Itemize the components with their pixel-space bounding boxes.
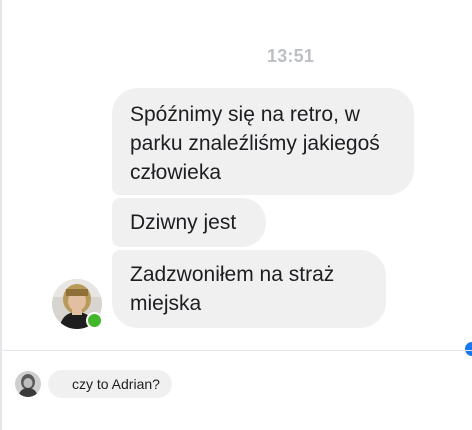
preview-message[interactable]: czy to Adrian? bbox=[48, 370, 172, 398]
message-timestamp: 13:51 bbox=[267, 46, 315, 66]
preview-avatar[interactable] bbox=[15, 371, 41, 397]
message-bubble[interactable]: Spóźnimy się na retro, w parku znaleźliś… bbox=[112, 88, 414, 195]
avatar-icon bbox=[15, 371, 41, 397]
online-status-indicator bbox=[86, 312, 103, 329]
chat-preview-row[interactable]: czy to Adrian? bbox=[2, 351, 472, 430]
message-thread[interactable]: 13:51 Spóźnimy się na retro, w parku zna… bbox=[2, 0, 472, 350]
message-bubble[interactable]: Dziwny jest bbox=[112, 198, 266, 247]
chat-window: 13:51 Spóźnimy się na retro, w parku zna… bbox=[0, 0, 472, 430]
message-bubble[interactable]: Zadzwoniłem na straż miejska bbox=[112, 250, 386, 328]
